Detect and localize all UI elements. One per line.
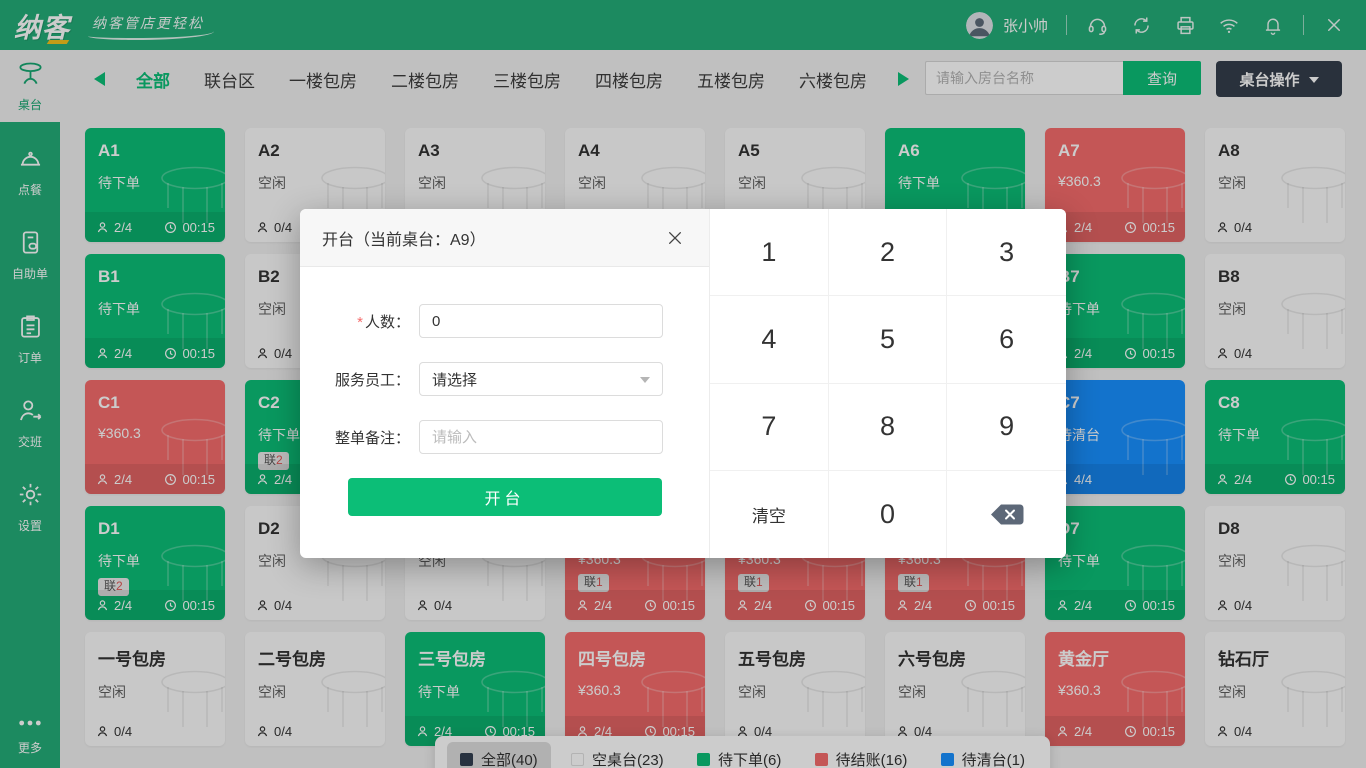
caret-down-icon	[640, 377, 650, 388]
numpad-key-3[interactable]: 3	[947, 209, 1066, 296]
staff-select[interactable]: 请选择	[419, 362, 663, 396]
numpad-key-1[interactable]: 1	[710, 209, 829, 296]
remark-input[interactable]	[419, 420, 663, 454]
numpad-key-5[interactable]: 5	[829, 296, 948, 383]
numpad: 123 456 789 清空0	[709, 209, 1066, 558]
staff-label: 服务员工：	[316, 369, 410, 390]
numpad-key-2[interactable]: 2	[829, 209, 948, 296]
numpad-key-7[interactable]: 7	[710, 384, 829, 471]
open-table-modal: 开台（当前桌台：A9） *人数： 服务员工： 请选择 整单备注： 开台 123 4…	[300, 209, 1066, 558]
numpad-key-0[interactable]: 0	[829, 471, 948, 558]
people-count-label: *人数：	[316, 311, 410, 332]
numpad-key-6[interactable]: 6	[947, 296, 1066, 383]
numpad-key-8[interactable]: 8	[829, 384, 948, 471]
open-table-form: 开台（当前桌台：A9） *人数： 服务员工： 请选择 整单备注： 开台	[300, 209, 709, 558]
modal-title: 开台（当前桌台：A9）	[322, 226, 486, 250]
numpad-key-清空[interactable]: 清空	[710, 471, 829, 558]
close-modal-icon[interactable]	[663, 226, 687, 250]
open-table-submit-button[interactable]: 开台	[348, 478, 662, 516]
remark-label: 整单备注：	[316, 427, 410, 448]
numpad-key-4[interactable]: 4	[710, 296, 829, 383]
people-count-input[interactable]	[419, 304, 663, 338]
numpad-key-9[interactable]: 9	[947, 384, 1066, 471]
numpad-backspace-key[interactable]	[947, 471, 1066, 558]
